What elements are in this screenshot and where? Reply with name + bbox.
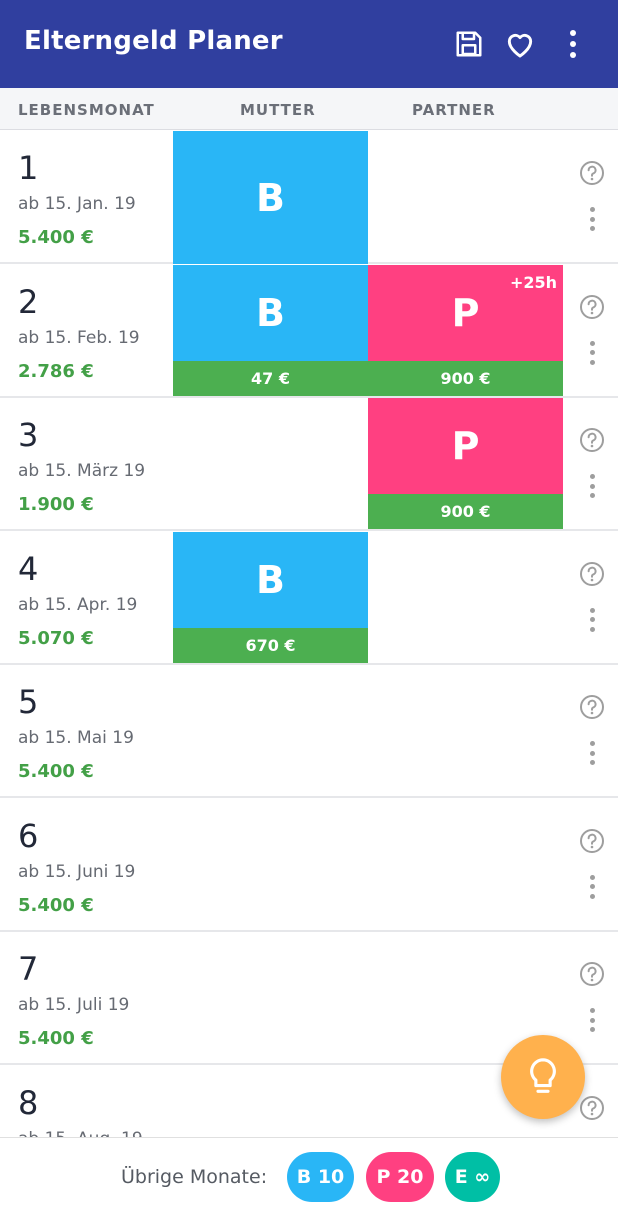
help-icon[interactable] xyxy=(579,294,605,320)
row-menu-icon[interactable] xyxy=(584,606,600,634)
row-menu-icon[interactable] xyxy=(584,205,600,233)
month-date: ab 15. März 19 xyxy=(18,461,146,481)
help-icon[interactable] xyxy=(579,828,605,854)
overflow-menu-icon[interactable] xyxy=(553,24,593,64)
month-row[interactable]: 2 ab 15. Feb. 19 2.786 € B 47 € P +25h 900 € xyxy=(0,264,618,398)
month-amount: 5.070 € xyxy=(18,627,94,649)
partner-type-block[interactable]: P xyxy=(368,398,563,494)
month-row[interactable]: 5 ab 15. Mai 19 5.400 € xyxy=(0,665,618,798)
month-amount: 5.400 € xyxy=(18,761,94,782)
month-amount: 2.786 € xyxy=(18,360,94,382)
month-amount: 5.400 € xyxy=(18,1028,94,1049)
month-number: 5 xyxy=(18,683,39,721)
month-number: 4 xyxy=(18,549,39,588)
month-amount: 1.900 € xyxy=(18,494,94,515)
month-number: 1 xyxy=(18,149,39,187)
mother-type-block[interactable]: B xyxy=(173,264,368,361)
mother-type-label: B xyxy=(256,175,285,220)
help-icon[interactable] xyxy=(579,961,605,987)
mother-type-block[interactable]: B xyxy=(173,531,368,628)
row-menu-icon[interactable] xyxy=(584,472,600,500)
month-date: ab 15. Mai 19 xyxy=(18,728,134,748)
month-date: ab 15. Apr. 19 xyxy=(18,594,138,615)
heart-icon[interactable] xyxy=(500,24,540,64)
partner-type-block[interactable]: P +25h xyxy=(368,264,563,361)
remaining-plus-chip[interactable]: P 20 xyxy=(366,1152,434,1202)
row-menu-icon[interactable] xyxy=(584,873,600,901)
help-icon[interactable] xyxy=(579,1095,605,1121)
month-row[interactable]: 6 ab 15. Juni 19 5.400 € xyxy=(0,799,618,932)
partner-cell[interactable]: P +25h 900 € xyxy=(368,264,563,398)
month-amount: 5.400 € xyxy=(18,227,94,248)
help-icon[interactable] xyxy=(579,427,605,453)
month-row[interactable]: 3 ab 15. März 19 1.900 € P 900 € xyxy=(0,398,618,531)
partner-cell[interactable]: P 900 € xyxy=(368,398,563,531)
remaining-bonus-chip[interactable]: E ∞ xyxy=(445,1152,500,1202)
app-root: Elterngeld Planer LEBENSMONAT MUTTER PAR… xyxy=(0,0,618,1223)
app-bar: Elterngeld Planer xyxy=(0,0,618,88)
mother-money: 670 € xyxy=(173,627,368,663)
month-amount: 5.400 € xyxy=(18,894,94,916)
month-row[interactable]: 1 ab 15. Jan. 19 5.400 € B xyxy=(0,131,618,264)
month-number: 7 xyxy=(18,950,39,988)
month-row[interactable]: 4 ab 15. Apr. 19 5.070 € B 670 € xyxy=(0,531,618,665)
hours-badge: +25h xyxy=(509,272,557,292)
lightbulb-icon xyxy=(530,1058,556,1093)
help-icon[interactable] xyxy=(579,561,605,587)
remaining-months-label: Übrige Monate: xyxy=(121,1166,268,1188)
column-mother: MUTTER xyxy=(240,101,316,119)
column-partner: PARTNER xyxy=(412,101,496,119)
month-date: ab 15. Feb. 19 xyxy=(18,327,140,348)
remaining-months-bar: Übrige Monate: B 10 P 20 E ∞ xyxy=(0,1137,618,1223)
row-menu-icon[interactable] xyxy=(584,739,600,767)
help-icon[interactable] xyxy=(579,694,605,720)
mother-type-block[interactable]: B xyxy=(173,131,368,264)
mother-money: 47 € xyxy=(173,360,368,396)
save-icon[interactable] xyxy=(449,24,489,64)
month-date: ab 15. Jan. 19 xyxy=(18,194,136,214)
mother-cell[interactable]: B 47 € xyxy=(173,264,368,398)
column-month: LEBENSMONAT xyxy=(18,101,155,119)
mother-type-label: B xyxy=(256,557,285,602)
partner-type-label: P xyxy=(451,290,480,335)
app-title: Elterngeld Planer xyxy=(24,26,283,56)
month-number: 8 xyxy=(18,1083,39,1122)
mother-cell[interactable]: B xyxy=(173,131,368,264)
remaining-basis-chip[interactable]: B 10 xyxy=(287,1152,354,1202)
month-number: 6 xyxy=(18,816,39,855)
mother-type-label: B xyxy=(256,290,285,335)
mother-cell[interactable]: B 670 € xyxy=(173,531,368,665)
month-number: 3 xyxy=(18,416,39,454)
row-menu-icon[interactable] xyxy=(584,339,600,367)
partner-money: 900 € xyxy=(368,360,563,396)
partner-money: 900 € xyxy=(368,494,563,529)
month-date: ab 15. Juni 19 xyxy=(18,861,136,882)
column-header: LEBENSMONAT MUTTER PARTNER xyxy=(0,88,618,130)
help-icon[interactable] xyxy=(579,160,605,186)
tips-button[interactable] xyxy=(501,1035,585,1119)
row-menu-icon[interactable] xyxy=(584,1006,600,1034)
partner-type-label: P xyxy=(451,424,480,468)
month-number: 2 xyxy=(18,282,39,321)
month-date: ab 15. Juli 19 xyxy=(18,995,130,1015)
